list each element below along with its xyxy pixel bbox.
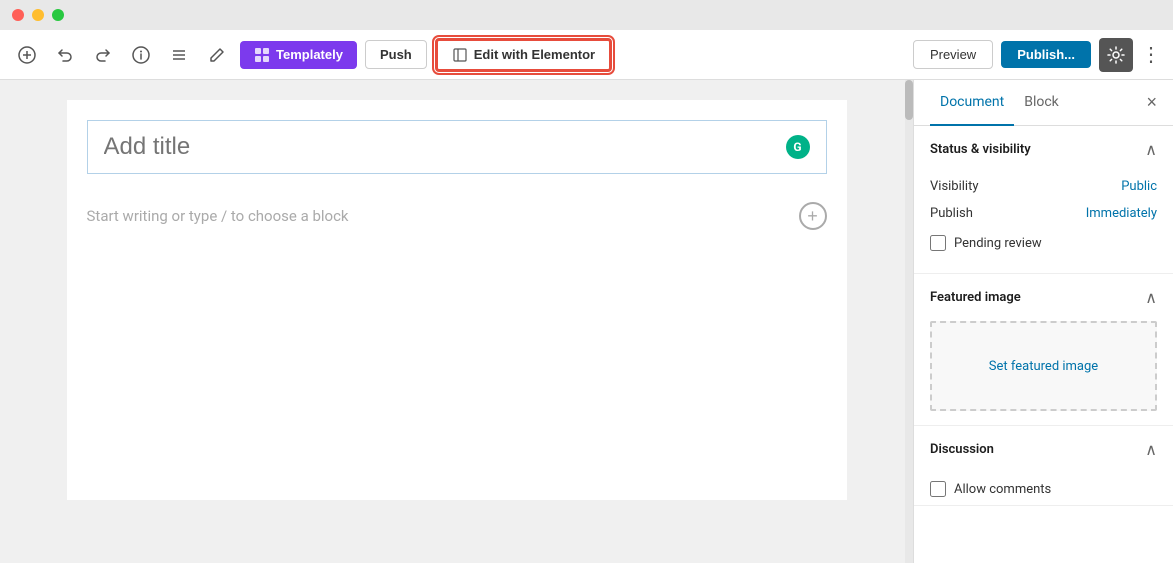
close-button[interactable] [12,9,24,21]
discussion-header[interactable]: Discussion ∧ [914,426,1173,473]
toolbar-left: Templately Push Edit with Elementor [12,38,905,72]
featured-image-header[interactable]: Featured image ∧ [914,274,1173,321]
publish-button[interactable]: Publish... [1001,41,1091,68]
preview-label: Preview [930,47,976,62]
visibility-label: Visibility [930,179,979,194]
edit-with-elementor-button[interactable]: Edit with Elementor [435,38,612,72]
sidebar-tabs: Document Block × [914,80,1173,126]
add-block-inline-button[interactable]: + [799,202,827,230]
publish-label: Publish... [1017,47,1075,62]
sidebar: Document Block × Status & visibility ∧ V… [913,80,1173,563]
pen-button[interactable] [202,40,232,70]
scroll-thumb[interactable] [905,80,913,120]
redo-button[interactable] [88,40,118,70]
tab-block[interactable]: Block [1014,80,1069,126]
more-icon: ⋮ [1141,42,1161,67]
title-bar [0,0,1173,30]
editor-canvas: G Start writing or type / to choose a bl… [67,100,847,500]
sidebar-close-button[interactable]: × [1146,92,1157,113]
discussion-title: Discussion [930,442,994,457]
push-label: Push [380,47,412,62]
list-view-button[interactable] [164,40,194,70]
allow-comments-checkbox[interactable] [930,481,946,497]
maximize-button[interactable] [52,9,64,21]
pending-review-row: Pending review [930,227,1157,259]
set-featured-image-label: Set featured image [989,359,1098,374]
scrollbar[interactable] [905,80,913,563]
elementor-label: Edit with Elementor [474,47,595,62]
allow-comments-row: Allow comments [914,473,1173,505]
pending-review-label: Pending review [954,236,1042,251]
content-placeholder: Start writing or type / to choose a bloc… [87,207,349,225]
toolbar-right: Preview Publish... ⋮ [913,38,1161,72]
tab-document[interactable]: Document [930,80,1014,126]
visibility-row: Visibility Public [930,173,1157,200]
discussion-section: Discussion ∧ Allow comments [914,426,1173,506]
set-featured-image-button[interactable]: Set featured image [930,321,1157,411]
grammarly-icon: G [786,135,810,159]
status-visibility-header[interactable]: Status & visibility ∧ [914,126,1173,173]
push-button[interactable]: Push [365,40,427,69]
toolbar: Templately Push Edit with Elementor Prev… [0,30,1173,80]
add-block-toolbar-button[interactable] [12,40,42,70]
templately-label: Templately [276,47,343,62]
status-visibility-section: Status & visibility ∧ Visibility Public … [914,126,1173,274]
undo-button[interactable] [50,40,80,70]
preview-button[interactable]: Preview [913,40,993,69]
publish-label: Publish [930,206,973,221]
info-button[interactable] [126,40,156,70]
featured-image-title: Featured image [930,290,1021,305]
title-input[interactable] [104,133,786,161]
content-placeholder-area: Start writing or type / to choose a bloc… [87,194,827,238]
featured-image-section: Featured image ∧ Set featured image [914,274,1173,426]
visibility-value[interactable]: Public [1121,179,1157,194]
publish-row: Publish Immediately [930,200,1157,227]
allow-comments-label: Allow comments [954,482,1051,497]
publish-value[interactable]: Immediately [1086,206,1157,221]
main-layout: G Start writing or type / to choose a bl… [0,80,1173,563]
title-input-area: G [87,120,827,174]
templately-button[interactable]: Templately [240,41,357,69]
settings-button[interactable] [1099,38,1133,72]
status-visibility-content: Visibility Public Publish Immediately Pe… [914,173,1173,273]
editor-area: G Start writing or type / to choose a bl… [0,80,913,563]
discussion-toggle-icon: ∧ [1145,440,1157,459]
more-options-button[interactable]: ⋮ [1141,42,1161,67]
minimize-button[interactable] [32,9,44,21]
pending-review-checkbox[interactable] [930,235,946,251]
status-visibility-toggle-icon: ∧ [1145,140,1157,159]
status-visibility-title: Status & visibility [930,142,1031,157]
featured-image-toggle-icon: ∧ [1145,288,1157,307]
